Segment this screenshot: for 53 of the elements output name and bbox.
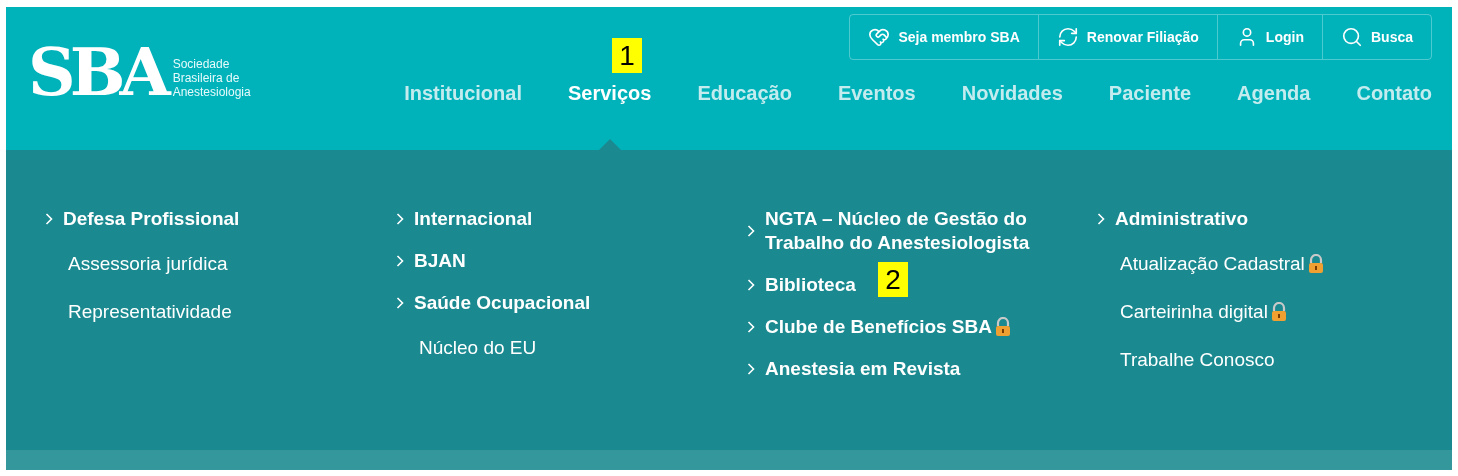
menu-heading[interactable]: Biblioteca: [747, 264, 856, 306]
search-button[interactable]: Busca: [1321, 15, 1431, 59]
logo-mark[interactable]: SBA: [28, 39, 165, 105]
menu-label: Assessoria jurídica: [68, 252, 228, 276]
login-button[interactable]: Login: [1216, 15, 1322, 59]
menu-heading[interactable]: NGTA – Núcleo de Gestão do Trabalho do Anestesiologista: [747, 198, 1047, 264]
padlock-icon: [1306, 254, 1325, 274]
menu-label: Atualização Cadastral: [1120, 252, 1305, 276]
chevron-icon: [747, 321, 755, 333]
chevron-icon: [396, 255, 404, 267]
menu-heading[interactable]: Clube de Benefícios SBA: [747, 306, 1012, 348]
menu-label: Administrativo: [1115, 207, 1249, 231]
menu-label: Internacional: [414, 207, 533, 231]
menu-heading[interactable]: Saúde Ocupacional: [396, 282, 591, 324]
menu-label: NGTA – Núcleo de Gestão do Trabalho do Anestesiologista: [765, 207, 1031, 255]
menu-link[interactable]: Assessoria jurídica: [45, 240, 228, 288]
menu-link[interactable]: Núcleo do EU: [396, 324, 537, 372]
renew-button[interactable]: Renovar Filiação: [1037, 15, 1217, 59]
menu-label: Biblioteca: [765, 273, 856, 297]
chevron-icon: [747, 279, 755, 291]
menu-link[interactable]: Representatividade: [45, 288, 232, 336]
menu-label: Saúde Ocupacional: [414, 291, 591, 315]
menu-label: Trabalhe Conosco: [1120, 348, 1275, 372]
menu-label: Carteirinha digital: [1120, 300, 1268, 324]
menu-label: Defesa Profissional: [63, 207, 240, 231]
annotation-label: 2: [878, 262, 908, 297]
refresh-icon: [1056, 26, 1079, 48]
padlock-icon: [1269, 302, 1288, 322]
menu-label: Representatividade: [68, 300, 232, 324]
menu-heading[interactable]: Anestesia em Revista: [747, 348, 961, 390]
handshake-icon: [868, 26, 891, 48]
menu-heading[interactable]: Defesa Profissional: [45, 198, 240, 240]
chevron-icon: [1097, 213, 1105, 225]
menu-label: BJAN: [414, 249, 466, 273]
menu-label: Núcleo do EU: [419, 336, 537, 360]
annotation-label: 1: [612, 38, 642, 73]
chevron-icon: [45, 213, 53, 225]
member-button[interactable]: Seja membro SBA: [850, 15, 1038, 59]
chevron-icon: [396, 213, 404, 225]
padlock-icon: [994, 317, 1012, 337]
menu-label: Clube de Benefícios SBA: [765, 315, 992, 339]
chevron-icon: [747, 363, 755, 375]
menu-link[interactable]: Trabalhe Conosco: [1097, 336, 1275, 384]
menu-link[interactable]: Carteirinha digital: [1097, 288, 1288, 336]
menu-heading[interactable]: Internacional: [396, 198, 533, 240]
menu-label: Anestesia em Revista: [765, 357, 961, 381]
menu-link[interactable]: Atualização Cadastral: [1097, 240, 1325, 288]
chevron-icon: [396, 297, 404, 309]
search-icon: [1340, 26, 1363, 48]
menu-heading[interactable]: BJAN: [396, 240, 466, 282]
chevron-icon: [747, 225, 755, 237]
menu-heading[interactable]: Administrativo: [1097, 198, 1249, 240]
logo-tagline: Sociedade Brasileira de Anestesiologia: [172, 57, 251, 99]
